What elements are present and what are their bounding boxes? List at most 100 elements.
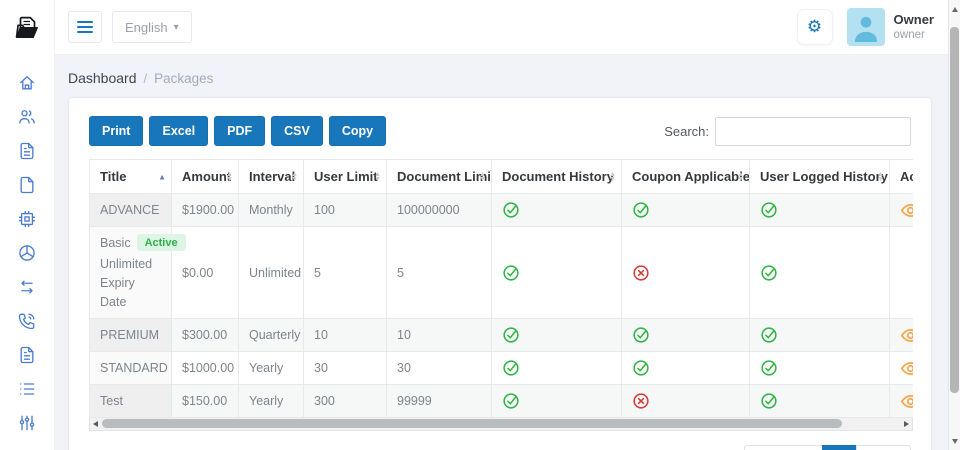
export-copy-button[interactable]: Copy: [329, 116, 386, 146]
horizontal-scrollbar[interactable]: [89, 418, 913, 431]
export-csv-button[interactable]: CSV: [271, 116, 323, 146]
pagination: Previous 1 Next: [744, 445, 911, 450]
export-excel-button[interactable]: Excel: [149, 116, 208, 146]
cell-document-history: [492, 319, 622, 352]
column-header-interval[interactable]: Interval▲▼: [239, 160, 304, 194]
export-buttons: PrintExcelPDFCSVCopy: [89, 116, 392, 146]
search-input[interactable]: [715, 117, 911, 146]
pagination-previous-button[interactable]: Previous: [744, 445, 823, 450]
circle-check-icon: [760, 326, 778, 344]
sort-both-icon: ▲▼: [737, 172, 744, 182]
column-header-title[interactable]: Title▲: [90, 160, 172, 194]
scroll-up-arrow-icon[interactable]: [949, 2, 960, 16]
user-menu[interactable]: Owner owner: [894, 12, 934, 43]
pagination-next-button[interactable]: Next: [856, 445, 911, 450]
sidebar-item-users[interactable]: [10, 107, 44, 141]
sidebar-item-aperture[interactable]: [10, 243, 44, 277]
phone-call-icon: [17, 311, 37, 331]
vertical-scrollbar[interactable]: [948, 0, 960, 450]
eye-icon[interactable]: [900, 361, 913, 376]
sidebar-item-home[interactable]: [10, 73, 44, 107]
language-dropdown[interactable]: English ▾: [112, 11, 192, 43]
table-toolbar: PrintExcelPDFCSVCopy Search:: [89, 116, 911, 146]
cell-coupon-applicable: [622, 319, 750, 352]
sort-asc-icon: ▲: [158, 172, 166, 181]
cell-user-logged-history: [750, 385, 890, 418]
cell-action: [890, 194, 914, 227]
file-icon: [17, 175, 37, 195]
pagination-page-1-button[interactable]: 1: [822, 445, 857, 450]
settings-button[interactable]: ⚙: [797, 9, 833, 45]
cell-document-limit: 100000000: [387, 194, 492, 227]
table-footer: Showing 1 to 5 of 5 entries Previous 1 N…: [89, 445, 911, 450]
cell-amount: $1900.00: [172, 194, 239, 227]
sort-both-icon: ▲▼: [479, 172, 486, 182]
cell-coupon-applicable: [622, 352, 750, 385]
cell-action: [890, 227, 914, 319]
cell-action: [890, 385, 914, 418]
cell-document-limit: 5: [387, 227, 492, 319]
cell-title: PREMIUM: [90, 319, 172, 352]
list-icon: [17, 379, 37, 399]
cell-interval: Unlimited: [239, 227, 304, 319]
package-title: PREMIUM: [100, 328, 159, 342]
sidebar-item-file-text[interactable]: [10, 141, 44, 175]
column-header-action[interactable]: Action: [890, 160, 914, 194]
avatar[interactable]: [847, 8, 885, 46]
package-title: Test: [100, 394, 123, 408]
sidebar-item-phone-call[interactable]: [10, 311, 44, 345]
language-label: English: [125, 20, 168, 35]
circle-check-icon: [502, 201, 520, 219]
scroll-down-arrow-icon[interactable]: [949, 434, 960, 448]
export-print-button[interactable]: Print: [89, 116, 143, 146]
scroll-left-arrow-icon[interactable]: [90, 418, 101, 429]
scroll-right-arrow-icon[interactable]: [901, 418, 912, 429]
table-row: ADVANCE$1900.00Monthly100100000000: [90, 194, 914, 227]
column-header-user-limit[interactable]: User Limit▲▼: [304, 160, 387, 194]
sidebar-item-file-invoice[interactable]: [10, 345, 44, 379]
packages-card: PrintExcelPDFCSVCopy Search: Title▲Amoun…: [68, 97, 932, 450]
sidebar-item-file[interactable]: [10, 175, 44, 209]
circle-check-icon: [760, 264, 778, 282]
cell-amount: $300.00: [172, 319, 239, 352]
table-row: STANDARD$1000.00Yearly3030: [90, 352, 914, 385]
column-header-amount[interactable]: Amount▲▼: [172, 160, 239, 194]
table-row: BasicActiveUnlimited Expiry Date$0.00Unl…: [90, 227, 914, 319]
column-header-user-logged-history[interactable]: User Logged History▲▼: [750, 160, 890, 194]
vertical-scrollbar-thumb[interactable]: [950, 27, 959, 393]
eye-icon[interactable]: [900, 394, 913, 409]
table-row: Test$150.00Yearly30099999: [90, 385, 914, 418]
column-header-document-history[interactable]: Document History▲▼: [492, 160, 622, 194]
circle-check-icon: [502, 264, 520, 282]
cell-coupon-applicable: [622, 227, 750, 319]
sidebar-item-arrows-transfer[interactable]: [10, 277, 44, 311]
cell-document-history: [492, 227, 622, 319]
horizontal-scrollbar-thumb[interactable]: [102, 419, 842, 428]
cell-user-logged-history: [750, 194, 890, 227]
arrows-transfer-icon: [17, 277, 37, 297]
export-pdf-button[interactable]: PDF: [214, 116, 265, 146]
sidebar-item-list[interactable]: [10, 379, 44, 413]
sidebar-item-cpu[interactable]: [10, 209, 44, 243]
cell-document-history: [492, 352, 622, 385]
cell-title: STANDARD: [90, 352, 172, 385]
package-title: ADVANCE: [100, 203, 160, 217]
circle-check-icon: [502, 392, 520, 410]
eye-icon[interactable]: [900, 328, 913, 343]
sort-both-icon: ▲▼: [374, 172, 381, 182]
sidebar-nav: [0, 55, 55, 450]
sort-both-icon: ▲▼: [226, 172, 233, 182]
cell-document-limit: 10: [387, 319, 492, 352]
folder-document-logo-icon: [11, 12, 43, 44]
adjustments-icon: [17, 413, 37, 433]
cell-action: [890, 319, 914, 352]
table-row: PREMIUM$300.00Quarterly1010: [90, 319, 914, 352]
column-header-document-limit[interactable]: Document Limit▲▼: [387, 160, 492, 194]
column-header-coupon-applicable[interactable]: Coupon Applicable▲▼: [622, 160, 750, 194]
breadcrumb-dashboard[interactable]: Dashboard: [68, 70, 137, 86]
sidebar-toggle-button[interactable]: [68, 11, 102, 43]
eye-icon[interactable]: [900, 203, 913, 218]
app-logo[interactable]: [0, 0, 55, 55]
sidebar-item-adjustments[interactable]: [10, 413, 44, 447]
package-title: Basic: [100, 236, 131, 250]
